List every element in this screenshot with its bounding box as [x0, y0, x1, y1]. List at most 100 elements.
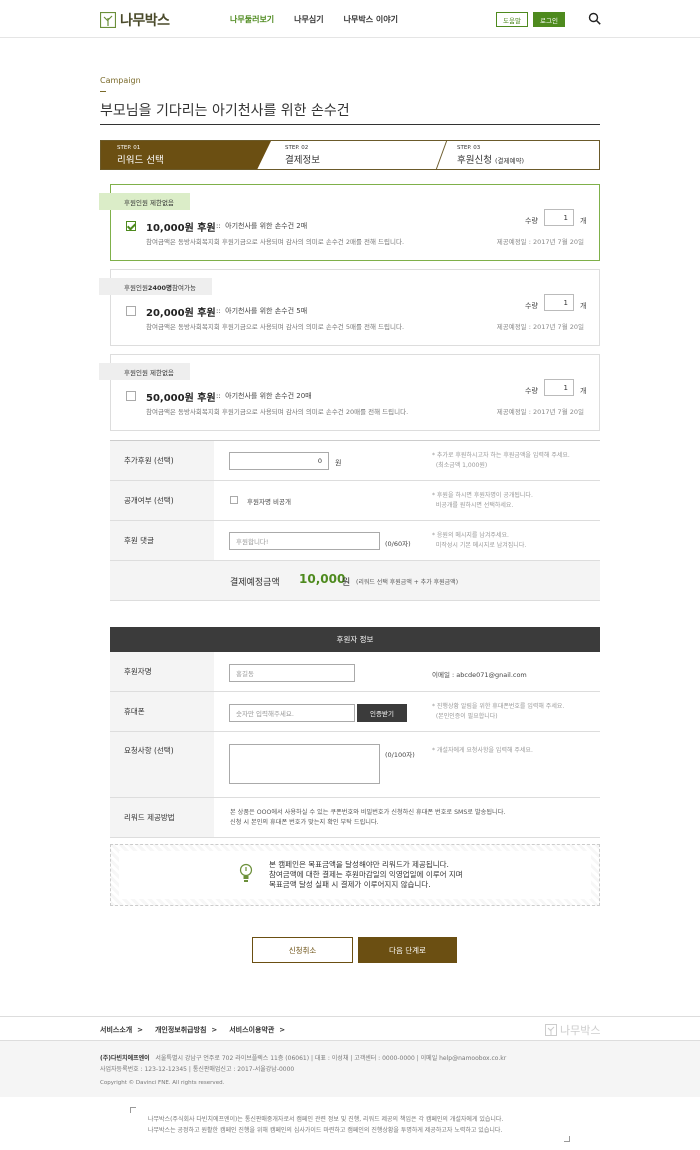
- comment-input[interactable]: 후원합니다!: [229, 532, 380, 550]
- reward-description: :: 아기천사를 위한 손수건 5매: [216, 306, 307, 316]
- reward-checkbox[interactable]: [126, 391, 136, 401]
- footer-link-list: 서비스소개 > 개인정보취급방침 > 서비스이용약관 >: [100, 1025, 285, 1035]
- comment-row: 후원 댓글 후원합니다! (0/60자) * 응원의 메시지를 남겨주세요. 미…: [110, 521, 600, 561]
- public-hint-line2: 비공개를 원하시면 선택하세요.: [435, 502, 514, 509]
- quantity-unit: 개: [580, 217, 587, 225]
- phone-input[interactable]: 숫자만 입력해주세요.: [229, 704, 355, 722]
- nav-plant[interactable]: 나무심기: [294, 14, 323, 25]
- logo[interactable]: 나무박스: [100, 10, 170, 30]
- page-title: 부모님을 기다리는 아기천사를 위한 손수건: [100, 103, 350, 119]
- extra-hint-line2: (최소금액 1,000원): [435, 462, 488, 469]
- site-header: 나무박스 나무둘러보기 나무심기 나무박스 이야기 도움말 로그인: [0, 0, 700, 38]
- sponsor-name-input[interactable]: 홍길동: [229, 664, 355, 682]
- reward-tag-text: 후원인원 제한없음: [124, 198, 174, 207]
- reward-sep: ::: [216, 307, 221, 315]
- quantity-input[interactable]: 1: [544, 209, 574, 226]
- notice-line3: 목표금액 달성 실패 시 결제가 이루어지지 않습니다.: [269, 880, 431, 889]
- public-hint: * 후원을 하시면 후원자명이 공개됩니다. 비공개를 원하시면 선택하세요.: [432, 491, 533, 511]
- delivery-method-text: 본 상품은 OOO에서 사용하실 수 있는 쿠폰번호와 비밀번호가 신청하신 휴…: [230, 808, 505, 828]
- copyright: Copyright © Davinci FNE. All rights rese…: [100, 1080, 225, 1086]
- phone-hint-line2: (본인인증이 필요합니다): [435, 713, 498, 720]
- phone-label: 휴대폰: [110, 692, 214, 731]
- reward-card[interactable]: 후원인원 제한없음 50,000원 후원 :: 아기천사를 위한 손수건 20매…: [99, 354, 600, 431]
- reward-description: :: 아기천사를 위한 손수건 20매: [216, 391, 312, 401]
- request-row: 요청사항 (선택) (0/100자) * 개설자에게 요청사항을 입력해 주세요…: [110, 732, 600, 798]
- sponsor-name-row: 후원자명 홍길동 이메일 : abcde071@gnail.com: [110, 652, 600, 692]
- company-email: 이메일 help@namoobox.co.kr: [420, 1055, 507, 1062]
- public-hint-line1: * 후원을 하시면 후원자명이 공개됩니다.: [432, 492, 533, 499]
- step-3-sub: (결제예약): [495, 157, 524, 165]
- notice-line1: 본 캠페인은 목표금액을 달성해야만 리워드가 제공됩니다.: [269, 860, 449, 869]
- step-1: STEP. 01 리워드 선택: [101, 141, 271, 169]
- phone-hint-line1: * 진행상황 알림을 위한 휴대폰번호를 입력해 주세요.: [432, 703, 565, 710]
- request-textarea[interactable]: [229, 744, 380, 784]
- quantity-input[interactable]: 1: [544, 379, 574, 396]
- step-2: STEP. 02 결제정보: [285, 141, 320, 169]
- chevron-right-icon: >: [279, 1026, 286, 1034]
- footer-link-privacy-label: 개인정보취급방침: [154, 1026, 207, 1034]
- reward-card[interactable]: 후원인원 2400명 참여가능 20,000원 후원 :: 아기천사를 위한 손…: [99, 269, 600, 346]
- comment-count: (0/60자): [385, 540, 411, 548]
- nav-story[interactable]: 나무박스 이야기: [344, 14, 398, 25]
- quantity-label: 수량: [525, 387, 538, 395]
- anonymous-checkbox[interactable]: [230, 496, 238, 504]
- phone-row: 휴대폰 숫자만 입력해주세요. 인증받기 * 진행상황 알림을 위한 휴대폰번호…: [110, 692, 600, 732]
- breadcrumb: Campaign: [100, 76, 141, 85]
- reward-checkbox[interactable]: [126, 221, 136, 231]
- request-label: 요청사항 (선택): [110, 732, 214, 797]
- step-separator: [435, 141, 448, 169]
- reward-desc-text: 아기천사를 위한 손수건 5매: [225, 307, 308, 315]
- nav-explore[interactable]: 나무둘러보기: [230, 14, 274, 25]
- reward-card[interactable]: 후원인원 제한없음 10,000원 후원 :: 아기천사를 위한 손수건 2매 …: [99, 184, 600, 261]
- total-label: 결제예정금액: [230, 578, 280, 588]
- help-button[interactable]: 도움말: [496, 12, 528, 27]
- company-cs: 고객센터 : 0000-0000: [354, 1055, 415, 1062]
- footer-link-about-label: 서비스소개: [100, 1026, 133, 1034]
- campaign-notice: 본 캠페인은 목표금액을 달성해야만 리워드가 제공됩니다. 참여금액에 대한 …: [110, 844, 600, 906]
- footer-link-terms[interactable]: 서비스이용약관 >: [229, 1025, 285, 1035]
- delivery-method-line2: 신청 시 본인의 휴대폰 번호가 맞는지 확인 부탁 드립니다.: [230, 819, 379, 826]
- tree-logo-icon: [545, 1024, 557, 1036]
- public-label: 공개여부 (선택): [110, 481, 214, 520]
- quantity-label: 수량: [525, 302, 538, 310]
- footer-link-terms-label: 서비스이용약관: [229, 1026, 275, 1034]
- next-step-button[interactable]: 다음 단계로: [358, 937, 457, 963]
- cancel-button[interactable]: 신청취소: [252, 937, 353, 963]
- sponsor-name-label: 후원자명: [110, 652, 214, 691]
- reward-tag-count: 2400명: [147, 283, 172, 292]
- chevron-right-icon: >: [211, 1026, 218, 1034]
- anonymous-label: 후원자명 비공개: [247, 498, 291, 506]
- step-3-label: 후원신청 (결제예약): [457, 152, 524, 166]
- reward-amount: 50,000원 후원: [146, 393, 216, 404]
- reward-checkbox[interactable]: [126, 306, 136, 316]
- step-2-label: 결제정보: [285, 155, 320, 166]
- total-amount: 10,000: [299, 572, 346, 586]
- request-hint: * 개설자에게 요청사항을 입력해 주세요.: [432, 747, 533, 754]
- chevron-right-icon: >: [137, 1026, 143, 1034]
- disclaimer-line1: 나무박스(주식회사 다빈치에프엔이)는 통신판매중개자로서 캠페인 관련 정보 …: [148, 1116, 504, 1123]
- footer-link-privacy[interactable]: 개인정보취급방침 >: [155, 1025, 217, 1035]
- login-button[interactable]: 로그인: [533, 12, 565, 27]
- footer-line-1: (주)다빈치에프엔이 서울특별시 강남구 언주로 702 라이브플렉스 11층 …: [100, 1055, 507, 1062]
- quantity-input[interactable]: 1: [544, 294, 574, 311]
- extra-donation-input[interactable]: 0: [229, 452, 329, 470]
- notice-text: 본 캠페인은 목표금액을 달성해야만 리워드가 제공됩니다. 참여금액에 대한 …: [269, 860, 463, 890]
- verify-button[interactable]: 인증받기: [357, 704, 407, 722]
- reward-sep: ::: [216, 222, 221, 230]
- delivery-method-line1: 본 상품은 OOO에서 사용하실 수 있는 쿠폰번호와 비밀번호가 신청하신 휴…: [230, 809, 506, 816]
- footer-logo-text: 나무박스: [560, 1024, 601, 1037]
- notice-line2: 참여금액에 대한 결제는 후원마감일의 익영업일에 이루어 지며: [269, 870, 463, 879]
- reward-desc-text: 아기천사를 위한 손수건 20매: [225, 392, 312, 400]
- comment-hint: * 응원의 메시지를 남겨주세요. 미작성시 기본 메시지로 남겨집니다.: [432, 531, 526, 551]
- search-icon[interactable]: [588, 12, 601, 25]
- reward-note: 참여금액은 동방사회복지회 후원기금으로 사용되며 감사의 의미로 손수건 20…: [146, 408, 409, 416]
- tree-logo-icon: [100, 12, 116, 28]
- quote-open-icon: [130, 1107, 136, 1113]
- header-buttons: 도움말 로그인: [496, 12, 565, 27]
- footer-company-info: (주)다빈치에프엔이 서울특별시 강남구 언주로 702 라이브플렉스 11층 …: [0, 1041, 700, 1097]
- delivery-method-row: 리워드 제공방법 본 상품은 OOO에서 사용하실 수 있는 쿠폰번호와 비밀번…: [110, 798, 600, 838]
- footer-link-about[interactable]: 서비스소개 >: [100, 1025, 143, 1035]
- company-sales-number: 통신판매업신고 : 2017-서울강남-0000: [192, 1066, 295, 1073]
- reward-desc-text: 아기천사를 위한 손수건 2매: [225, 222, 308, 230]
- footer-links: 서비스소개 > 개인정보취급방침 > 서비스이용약관 > 나무박스: [0, 1016, 700, 1041]
